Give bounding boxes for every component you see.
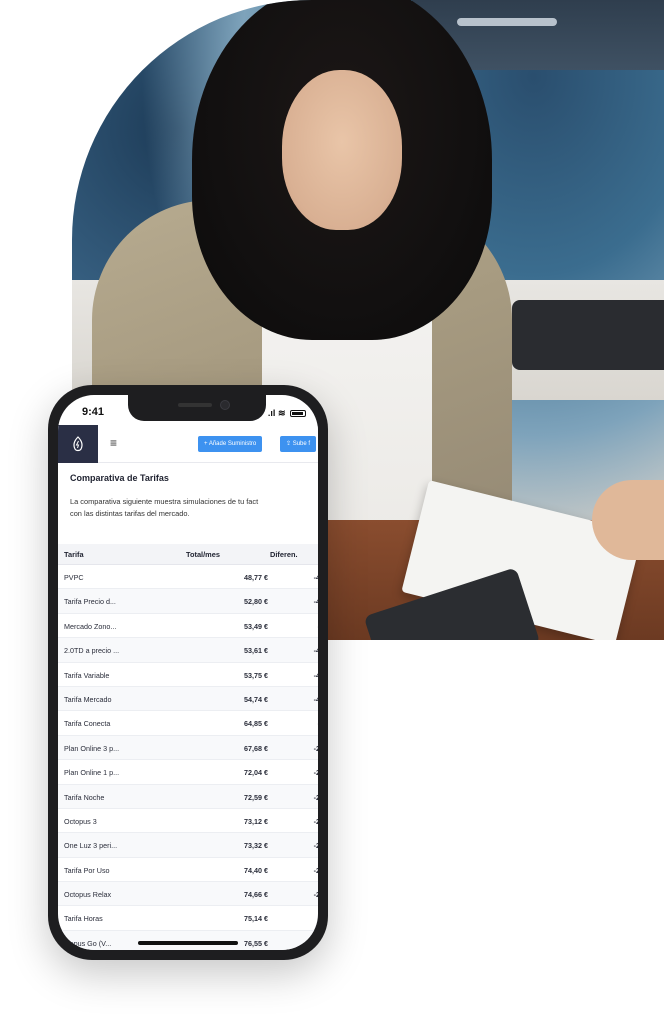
add-supply-button[interactable]: + Añade Suministro xyxy=(198,436,263,452)
tariff-name: PVPC xyxy=(64,573,84,582)
tariff-total: 75,14 € xyxy=(244,914,268,924)
tariff-name: Tarifa Mercado xyxy=(64,694,112,704)
tariff-name: Plan Online 3 p... xyxy=(64,743,120,753)
table-header: Tarifa Total/mes Diferen. xyxy=(58,544,318,565)
tariff-name: Tarifa Conecta xyxy=(64,719,111,729)
woman-face xyxy=(282,70,402,230)
hamburger-menu-icon[interactable]: ≡ xyxy=(110,436,117,450)
tariff-difference: -48 xyxy=(313,573,318,582)
woman-hand xyxy=(592,480,664,560)
camera xyxy=(220,400,230,410)
tariff-total: 53,61 € xyxy=(244,646,268,656)
tariff-name: Tarifa Horas xyxy=(64,914,103,924)
tariff-difference: -42 xyxy=(313,694,318,704)
header-total[interactable]: Total/mes xyxy=(186,550,220,559)
upload-invoice-button[interactable]: ⇪ Sube f xyxy=(280,436,317,452)
tariff-total: 73,32 € xyxy=(244,841,268,851)
tariff-difference: -43 xyxy=(313,646,318,656)
status-time: 9:41 xyxy=(82,406,105,418)
tariff-total: 53,75 € xyxy=(244,670,268,680)
table-row[interactable]: Octopus 3 73,12 € -23 xyxy=(58,809,318,834)
header-diff[interactable]: Diferen. xyxy=(270,550,298,559)
description-line: La comparativa siguiente muestra simulac… xyxy=(70,497,259,506)
table-row[interactable]: Tarifa Conecta 64,85 € -3 xyxy=(58,711,319,736)
tariff-difference: -22 xyxy=(313,865,318,875)
tariff-name: Tarifa Por Uso xyxy=(64,865,110,875)
tariff-name: Tarifa Variable xyxy=(64,670,110,680)
tariff-difference: -24 xyxy=(313,768,318,778)
table-row[interactable]: Tarifa Mercado 54,74 € -42 xyxy=(58,686,318,712)
tariff-difference: -2 xyxy=(304,914,319,923)
tariff-name: One Luz 3 peri... xyxy=(64,841,118,851)
tariff-difference: -24 xyxy=(313,792,318,802)
table-row[interactable]: Tarifa Noche 72,59 € -24 xyxy=(58,784,318,809)
tariff-name: 2.0TD a precio ... xyxy=(64,646,120,656)
tariff-total: 73,12 € xyxy=(244,816,268,826)
cabinet-handle xyxy=(457,18,557,26)
tariff-total: 48,77 € xyxy=(244,573,268,582)
tariff-total: 53,49 € xyxy=(244,621,268,631)
tariff-total: 74,66 € xyxy=(244,890,268,900)
table-row[interactable]: Tarifa Por Uso 74,40 € -22 xyxy=(58,858,318,883)
signal-icon: .ıl xyxy=(267,408,276,418)
page-title: Comparativa de Tarifas xyxy=(70,473,169,483)
tariff-difference: -4 xyxy=(304,622,319,631)
tariff-total: 67,68 € xyxy=(244,743,268,753)
status-icons: .ıl ≋ xyxy=(268,408,306,419)
table-row[interactable]: Plan Online 3 p... 67,68 € -29 xyxy=(58,735,318,761)
table-row[interactable]: PVPC 48,77 € -48 xyxy=(58,565,318,590)
speaker xyxy=(178,403,212,407)
tariff-name: Mercado Zono... xyxy=(64,621,117,631)
tariff-total: 72,04 € xyxy=(244,768,268,778)
table-row[interactable]: Tarifa Variable 53,75 € -43 xyxy=(58,663,318,687)
table-row[interactable]: Mercado Zono... 53,49 € -4 xyxy=(58,614,319,639)
tariff-total: 72,59 € xyxy=(244,792,268,802)
table-row[interactable]: 2.0TD a precio ... 53,61 € -43 xyxy=(58,638,318,663)
tariff-difference: -3 xyxy=(304,719,319,728)
tariff-table: Tarifa Total/mes Diferen. PVPC 48,77 € -48… xyxy=(58,544,318,950)
tariff-name: Octopus 3 xyxy=(64,816,97,826)
tariff-total: 76,55 € xyxy=(244,938,268,948)
description-line: con las distintas tarifas del mercado. xyxy=(70,509,190,518)
tariff-total: 64,85 € xyxy=(244,719,268,729)
phone-mockup: 9:41 .ıl ≋ ≡ + Añade Suministro ⇪ Sube f xyxy=(48,385,328,960)
tariff-total: 52,80 € xyxy=(244,597,268,607)
battery-icon xyxy=(290,410,306,418)
home-indicator xyxy=(138,941,238,945)
page-description: La comparativa siguiente muestra simulac… xyxy=(70,496,318,520)
header-tarifa[interactable]: Tarifa xyxy=(64,550,84,559)
tariff-total: 74,40 € xyxy=(244,865,268,875)
tariff-difference: -23 xyxy=(313,816,318,826)
leaf-bolt-icon xyxy=(73,436,83,452)
tariff-name: Tarifa Precio d... xyxy=(64,597,116,607)
table-row[interactable]: Tarifa Precio d... 52,80 € -44 xyxy=(58,589,318,614)
phone-notch xyxy=(128,395,266,421)
table-row[interactable]: Tarifa Horas 75,14 € -2 xyxy=(58,906,319,931)
wifi-icon: ≋ xyxy=(277,408,286,418)
table-row[interactable]: Octopus Relax 74,66 € -22 xyxy=(58,882,318,907)
tariff-name: Tarifa Noche xyxy=(64,792,105,802)
tariff-difference: -22 xyxy=(313,890,318,900)
tariff-difference: -29 xyxy=(313,743,318,753)
tariff-name: Octopus Relax xyxy=(64,890,112,900)
tariff-difference: -44 xyxy=(313,597,318,607)
stove xyxy=(512,300,664,370)
app-header: ≡ + Añade Suministro ⇪ Sube f xyxy=(58,425,318,463)
tariff-difference: -23 xyxy=(313,841,318,851)
tariff-total: 54,74 € xyxy=(244,694,268,704)
phone-screen: 9:41 .ıl ≋ ≡ + Añade Suministro ⇪ Sube f xyxy=(58,395,318,950)
marketing-composition: 9:41 .ıl ≋ ≡ + Añade Suministro ⇪ Sube f xyxy=(0,0,664,1025)
tariff-difference: -43 xyxy=(313,670,318,680)
table-row[interactable]: One Luz 3 peri... 73,32 € -23 xyxy=(58,833,318,858)
table-row[interactable]: Plan Online 1 p... 72,04 € -24 xyxy=(58,760,318,785)
table-body: PVPC 48,77 € -48 Tarifa Precio d... 52,80 € -… xyxy=(58,565,318,950)
tariff-name: Plan Online 1 p... xyxy=(64,768,120,778)
app-logo[interactable] xyxy=(58,425,98,463)
